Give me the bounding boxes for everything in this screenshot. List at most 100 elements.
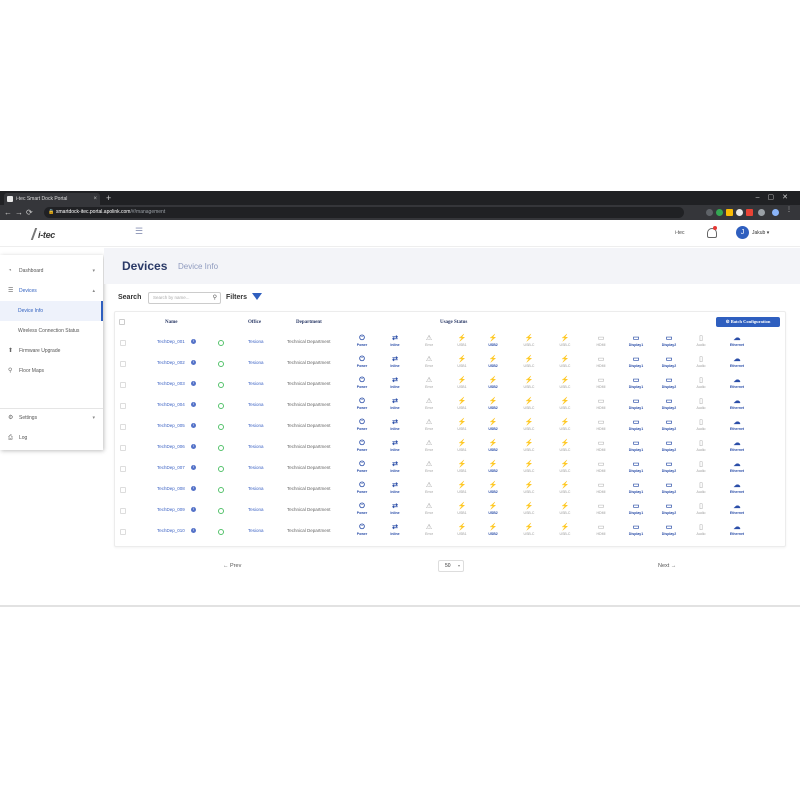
- info-icon[interactable]: i: [191, 381, 196, 386]
- extension-icon[interactable]: [736, 209, 743, 216]
- sidebar-item-floor-maps[interactable]: ⚲ Floor Maps: [0, 361, 103, 381]
- office-link[interactable]: Tesiona: [248, 528, 264, 533]
- column-header-name[interactable]: Name: [165, 320, 178, 325]
- office-link[interactable]: Tesiona: [248, 507, 264, 512]
- notification-dot: [713, 226, 717, 230]
- sidebar-item-firmware-upgrade[interactable]: ⬆ Firmware Upgrade: [0, 341, 103, 361]
- info-icon[interactable]: i: [191, 339, 196, 344]
- device-name-link[interactable]: TechDep_006: [157, 444, 185, 449]
- department-cell: Technical Department: [287, 528, 331, 533]
- row-checkbox[interactable]: [120, 340, 126, 346]
- online-status-icon: [218, 466, 224, 472]
- select-all-checkbox[interactable]: [119, 319, 125, 325]
- table-row[interactable]: TechDep_002 i Tesiona Technical Department ⏻…: [115, 354, 785, 375]
- filter-icon[interactable]: [252, 293, 262, 300]
- info-icon[interactable]: i: [191, 444, 196, 449]
- office-link[interactable]: Tesiona: [248, 339, 264, 344]
- table-row[interactable]: TechDep_009 i Tesiona Technical Department ⏻…: [115, 501, 785, 522]
- table-row[interactable]: TechDep_005 i Tesiona Technical Department ⏻…: [115, 417, 785, 438]
- device-name-link[interactable]: TechDep_005: [157, 423, 185, 428]
- sidebar-item-wireless-status[interactable]: Wireless Connection Status: [0, 321, 103, 341]
- info-icon[interactable]: i: [191, 507, 196, 512]
- extension-icon[interactable]: [726, 209, 733, 216]
- username-menu[interactable]: Jakub ▾: [752, 230, 769, 236]
- next-page-button[interactable]: Next →: [658, 563, 676, 569]
- row-checkbox[interactable]: [120, 361, 126, 367]
- device-name-link[interactable]: TechDep_010: [157, 528, 185, 533]
- row-checkbox[interactable]: [120, 424, 126, 430]
- extension-icon[interactable]: [716, 209, 723, 216]
- status-label: USB2: [488, 469, 498, 473]
- page-subtitle: Device Info: [178, 262, 219, 271]
- info-icon[interactable]: i: [191, 465, 196, 470]
- filters-label[interactable]: Filters: [226, 294, 247, 301]
- office-link[interactable]: Tesiona: [248, 486, 264, 491]
- table-row[interactable]: TechDep_006 i Tesiona Technical Department ⏻…: [115, 438, 785, 459]
- device-name-link[interactable]: TechDep_007: [157, 465, 185, 470]
- window-controls[interactable]: –▢✕: [756, 191, 796, 205]
- status-label: USB2: [488, 511, 498, 515]
- browser-tab[interactable]: i-tec Smart Dock Portal ×: [4, 193, 100, 205]
- info-icon[interactable]: i: [191, 528, 196, 533]
- row-checkbox[interactable]: [120, 403, 126, 409]
- row-checkbox[interactable]: [120, 508, 126, 514]
- row-checkbox[interactable]: [120, 382, 126, 388]
- search-icon[interactable]: ⚲: [213, 293, 217, 303]
- row-checkbox[interactable]: [120, 487, 126, 493]
- row-checkbox[interactable]: [120, 445, 126, 451]
- device-name-link[interactable]: TechDep_003: [157, 381, 185, 386]
- device-name-link[interactable]: TechDep_009: [157, 507, 185, 512]
- status-label: Display1: [628, 532, 644, 536]
- batch-configuration-button[interactable]: ⚙ Batch Configuration: [716, 317, 780, 327]
- profile-icon[interactable]: [772, 209, 779, 216]
- row-checkbox[interactable]: [120, 466, 126, 472]
- info-icon[interactable]: i: [191, 402, 196, 407]
- status-label: Display1: [628, 448, 644, 452]
- column-header-office[interactable]: Office: [248, 320, 261, 325]
- kebab-menu-icon[interactable]: ⋮: [786, 206, 793, 213]
- status-error: ⚠ Error: [417, 397, 441, 411]
- row-checkbox[interactable]: [120, 529, 126, 535]
- sidebar-item-settings[interactable]: ⚙ Settings ▾: [0, 408, 103, 428]
- device-name-link[interactable]: TechDep_001: [157, 339, 185, 344]
- search-input[interactable]: Search by name... ⚲: [148, 292, 221, 304]
- sidebar-item-device-info[interactable]: Device Info: [0, 301, 103, 321]
- extension-icon[interactable]: [746, 209, 753, 216]
- column-header-department[interactable]: Department: [296, 320, 322, 325]
- table-row[interactable]: TechDep_008 i Tesiona Technical Department ⏻…: [115, 480, 785, 501]
- sidebar-item-log[interactable]: ⎙ Log: [0, 428, 103, 448]
- device-name-link[interactable]: TechDep_002: [157, 360, 185, 365]
- office-link[interactable]: Tesiona: [248, 381, 264, 386]
- page-size-select[interactable]: 50 ▾: [438, 560, 464, 572]
- avatar[interactable]: J: [736, 226, 749, 239]
- status-error: ⚠ Error: [417, 439, 441, 453]
- info-icon[interactable]: i: [191, 486, 196, 491]
- address-bar[interactable]: 🔒 smartdock-itec.portal.apolink.com/#/ma…: [44, 207, 684, 218]
- sidebar-item-dashboard[interactable]: ◔ Dashboard ▾: [0, 261, 103, 281]
- nav-buttons[interactable]: ←→⟳: [4, 205, 36, 220]
- office-link[interactable]: Tesiona: [248, 360, 264, 365]
- new-tab-button[interactable]: +: [106, 192, 111, 204]
- sidebar-item-devices[interactable]: ☰ Devices ▴: [0, 281, 103, 301]
- device-name-link[interactable]: TechDep_008: [157, 486, 185, 491]
- table-row[interactable]: TechDep_004 i Tesiona Technical Department ⏻…: [115, 396, 785, 417]
- table-row[interactable]: TechDep_007 i Tesiona Technical Department ⏻…: [115, 459, 785, 480]
- tab-close-icon[interactable]: ×: [93, 193, 97, 205]
- puzzle-icon[interactable]: [758, 209, 765, 216]
- info-icon[interactable]: i: [191, 423, 196, 428]
- status-error: ⚠ Error: [417, 523, 441, 537]
- office-link[interactable]: Tesiona: [248, 465, 264, 470]
- office-link[interactable]: Tesiona: [248, 423, 264, 428]
- device-name-link[interactable]: TechDep_004: [157, 402, 185, 407]
- info-icon[interactable]: i: [191, 360, 196, 365]
- prev-page-button[interactable]: ← Prev: [223, 563, 241, 569]
- extension-icon[interactable]: [706, 209, 713, 216]
- status-inline: ⇄ Inline: [383, 523, 407, 537]
- table-row[interactable]: TechDep_003 i Tesiona Technical Department ⏻…: [115, 375, 785, 396]
- office-link[interactable]: Tesiona: [248, 402, 264, 407]
- office-link[interactable]: Tesiona: [248, 444, 264, 449]
- status-display2: ▭ Display2: [657, 397, 681, 411]
- table-row[interactable]: TechDep_001 i Tesiona Technical Department ⏻…: [115, 333, 785, 354]
- menu-toggle-icon[interactable]: ☰: [135, 226, 147, 236]
- table-row[interactable]: TechDep_010 i Tesiona Technical Department ⏻…: [115, 522, 785, 543]
